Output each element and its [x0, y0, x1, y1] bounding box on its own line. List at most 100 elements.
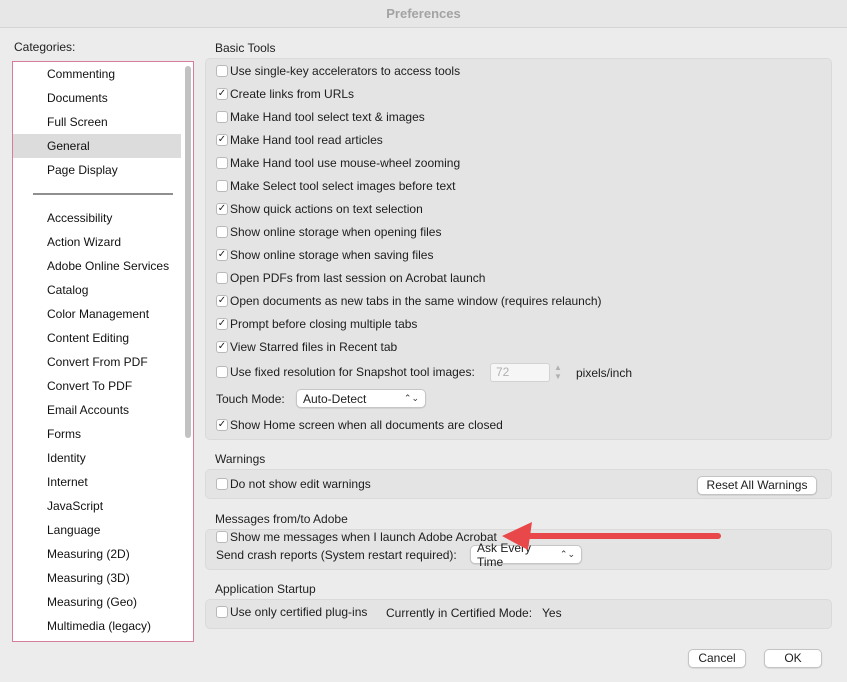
sidebar-item-content-editing[interactable]: Content Editing — [13, 326, 181, 350]
checkbox[interactable] — [216, 226, 228, 238]
certified-mode-label: Currently in Certified Mode: — [386, 606, 533, 620]
checkbox[interactable] — [216, 272, 228, 284]
checkbox[interactable] — [216, 65, 228, 77]
sidebar-item-convert-from-pdf[interactable]: Convert From PDF — [13, 350, 181, 374]
sidebar-item-measuring-2d[interactable]: Measuring (2D) — [13, 542, 181, 566]
checkbox[interactable]: ✓ — [216, 88, 228, 100]
messages-title: Messages from/to Adobe — [215, 512, 348, 526]
checkbox[interactable]: ✓ — [216, 203, 228, 215]
sidebar-item-catalog[interactable]: Catalog — [13, 278, 181, 302]
reset-all-warnings-button[interactable]: Reset All Warnings — [697, 476, 817, 495]
snapshot-resolution-row[interactable]: Use fixed resolution for Snapshot tool i… — [216, 363, 475, 381]
sidebar-item-page-display[interactable]: Page Display — [13, 158, 181, 182]
checkbox[interactable]: ✓ — [216, 341, 228, 353]
snapshot-resolution-label: Use fixed resolution for Snapshot tool i… — [230, 365, 475, 379]
categories-label: Categories: — [14, 40, 76, 54]
sidebar-item-adobe-online-services[interactable]: Adobe Online Services — [13, 254, 181, 278]
basic-tools-option-row[interactable]: Make Select tool select images before te… — [216, 177, 455, 195]
basic-tools-title: Basic Tools — [215, 41, 276, 55]
chevron-updown-icon: ⌃⌄ — [403, 393, 419, 403]
sidebar-item-multimedia-legacy[interactable]: Multimedia (legacy) — [13, 614, 181, 638]
option-label: Make Select tool select images before te… — [230, 179, 456, 193]
basic-tools-option-row[interactable]: ✓ Open documents as new tabs in the same … — [216, 292, 602, 310]
sidebar-item-color-management[interactable]: Color Management — [13, 302, 181, 326]
option-label: Show online storage when opening files — [230, 225, 442, 239]
edit-warnings-checkbox[interactable] — [216, 478, 228, 490]
sidebar-item-javascript[interactable]: JavaScript — [13, 494, 181, 518]
basic-tools-option-row[interactable]: Show online storage when opening files — [216, 223, 441, 241]
basic-tools-option-row[interactable]: ✓ View Starred files in Recent tab — [216, 338, 397, 356]
basic-tools-option-row[interactable]: Make Hand tool select text & images — [216, 108, 425, 126]
option-label: Make Hand tool use mouse-wheel zooming — [230, 156, 461, 170]
sidebar-item-commenting[interactable]: Commenting — [13, 62, 181, 86]
sidebar-item-general[interactable]: General — [13, 134, 181, 158]
edit-warnings-row[interactable]: Do not show edit warnings — [216, 475, 371, 493]
sidebar-item-documents[interactable]: Documents — [13, 86, 181, 110]
basic-tools-option-row[interactable]: Use single-key accelerators to access to… — [216, 62, 460, 80]
snapshot-resolution-input[interactable]: 72 — [490, 363, 550, 382]
basic-tools-option-row[interactable]: ✓ Create links from URLs — [216, 85, 354, 103]
snapshot-unit-label: pixels/inch — [576, 366, 633, 380]
cancel-button[interactable]: Cancel — [688, 649, 746, 668]
home-screen-label: Show Home screen when all documents are … — [230, 418, 503, 432]
sidebar-item-measuring-3d[interactable]: Measuring (3D) — [13, 566, 181, 590]
certified-plugins-row[interactable]: Use only certified plug-ins — [216, 603, 367, 621]
option-label: Show online storage when saving files — [230, 248, 434, 262]
certified-plugins-label: Use only certified plug-ins — [230, 605, 368, 619]
launch-messages-label: Show me messages when I launch Adobe Acr… — [230, 530, 497, 544]
home-screen-row[interactable]: ✓ Show Home screen when all documents ar… — [216, 416, 503, 434]
checkbox[interactable]: ✓ — [216, 318, 228, 330]
touch-mode-label: Touch Mode: — [216, 392, 285, 406]
option-label: Create links from URLs — [230, 87, 355, 101]
sidebar-item-action-wizard[interactable]: Action Wizard — [13, 230, 181, 254]
crash-reports-label: Send crash reports (System restart requi… — [216, 548, 457, 562]
checkbox[interactable]: ✓ — [216, 249, 228, 261]
categories-list[interactable]: Commenting Documents Full Screen General Pag… — [12, 61, 194, 642]
sidebar-item-internet[interactable]: Internet — [13, 470, 181, 494]
edit-warnings-label: Do not show edit warnings — [230, 477, 371, 491]
home-screen-checkbox[interactable]: ✓ — [216, 419, 228, 431]
certified-mode-value: Yes — [542, 606, 562, 620]
title-bar[interactable]: Preferences — [0, 0, 847, 28]
warnings-title: Warnings — [215, 452, 266, 466]
basic-tools-option-row[interactable]: Open PDFs from last session on Acrobat l… — [216, 269, 485, 287]
option-label: Open PDFs from last session on Acrobat l… — [230, 271, 486, 285]
ok-button[interactable]: OK — [764, 649, 822, 668]
checkbox[interactable] — [216, 180, 228, 192]
option-label: Make Hand tool select text & images — [230, 110, 425, 124]
checkbox[interactable] — [216, 111, 228, 123]
basic-tools-option-row[interactable]: ✓ Prompt before closing multiple tabs — [216, 315, 417, 333]
launch-messages-row[interactable]: Show me messages when I launch Adobe Acr… — [216, 528, 497, 546]
sidebar-item-accessibility[interactable]: Accessibility — [13, 206, 181, 230]
sidebar-item-forms[interactable]: Forms — [13, 422, 181, 446]
sidebar-item-measuring-geo[interactable]: Measuring (Geo) — [13, 590, 181, 614]
checkbox[interactable]: ✓ — [216, 134, 228, 146]
basic-tools-option-row[interactable]: ✓ Make Hand tool read articles — [216, 131, 383, 149]
option-label: Show quick actions on text selection — [230, 202, 423, 216]
sidebar-item-language[interactable]: Language — [13, 518, 181, 542]
categories-scrollbar[interactable] — [185, 66, 191, 438]
startup-title: Application Startup — [215, 582, 316, 596]
option-label: Open documents as new tabs in the same w… — [230, 294, 602, 308]
snapshot-resolution-checkbox[interactable] — [216, 366, 228, 378]
launch-messages-checkbox[interactable] — [216, 531, 228, 543]
sidebar-item-identity[interactable]: Identity — [13, 446, 181, 470]
checkbox[interactable] — [216, 157, 228, 169]
basic-tools-option-row[interactable]: ✓ Show quick actions on text selection — [216, 200, 423, 218]
certified-plugins-checkbox[interactable] — [216, 606, 228, 618]
sidebar-item-full-screen[interactable]: Full Screen — [13, 110, 181, 134]
touch-mode-dropdown[interactable]: Auto-Detect ⌃⌄ — [296, 389, 426, 408]
window-title: Preferences — [386, 6, 461, 21]
annotation-arrow-icon — [502, 522, 721, 550]
option-label: Prompt before closing multiple tabs — [230, 317, 418, 331]
option-label: Make Hand tool read articles — [230, 133, 383, 147]
sidebar-item-convert-to-pdf[interactable]: Convert To PDF — [13, 374, 181, 398]
option-label: View Starred files in Recent tab — [230, 340, 398, 354]
snapshot-resolution-stepper[interactable]: ▲ ▼ — [552, 363, 564, 382]
basic-tools-option-row[interactable]: ✓ Show online storage when saving files — [216, 246, 433, 264]
sidebar-item-email-accounts[interactable]: Email Accounts — [13, 398, 181, 422]
touch-mode-value: Auto-Detect — [303, 391, 367, 406]
categories-separator — [33, 193, 173, 195]
basic-tools-option-row[interactable]: Make Hand tool use mouse-wheel zooming — [216, 154, 460, 172]
checkbox[interactable]: ✓ — [216, 295, 228, 307]
